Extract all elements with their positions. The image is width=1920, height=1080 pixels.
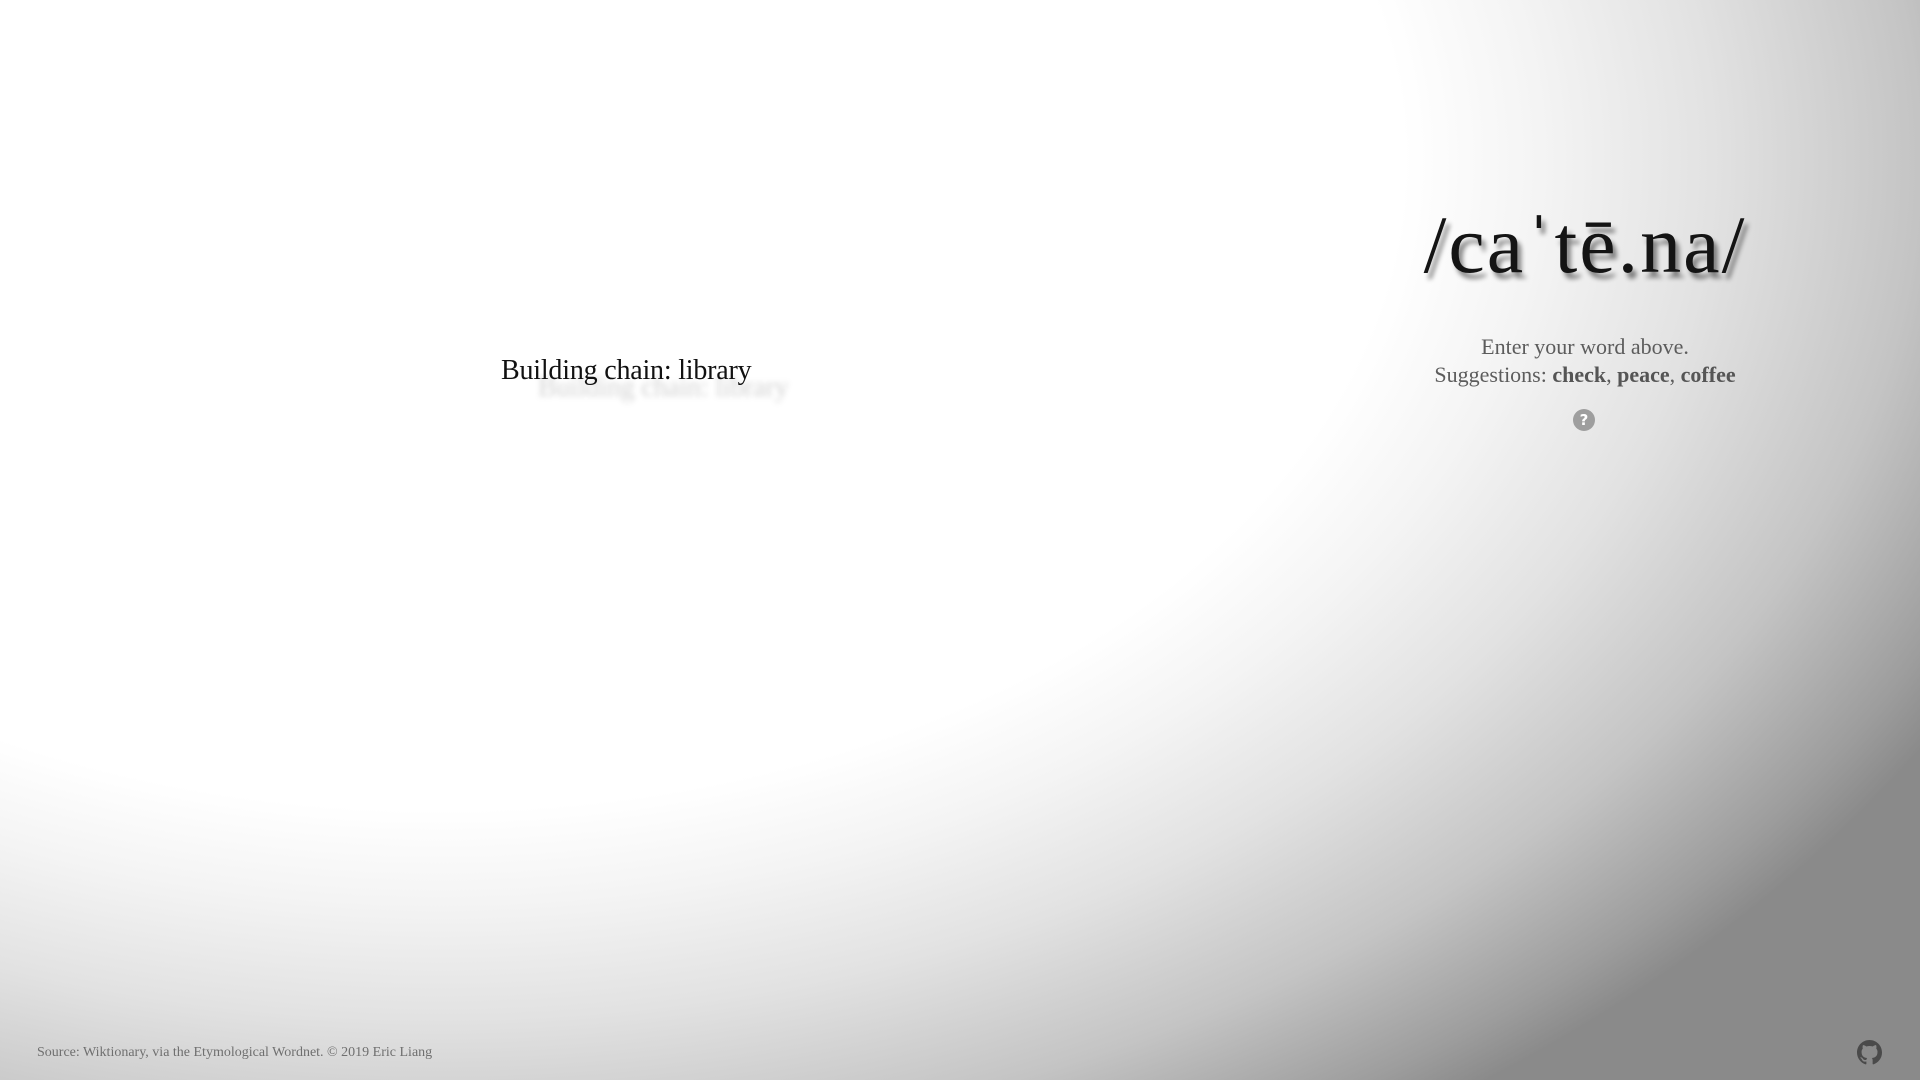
- question-circle-icon[interactable]: ?: [1573, 409, 1595, 431]
- hint-block: Enter your word above. Suggestions: chec…: [1385, 333, 1785, 389]
- suggestions-label: Suggestions:: [1434, 362, 1547, 387]
- suggestion-link[interactable]: coffee: [1681, 362, 1736, 387]
- suggestion-separator: ,: [1606, 362, 1618, 387]
- suggestions-line: Suggestions: check, peace, coffee: [1385, 361, 1785, 389]
- suggestion-link[interactable]: check: [1552, 362, 1606, 387]
- suggestion-separator: ,: [1669, 362, 1681, 387]
- app-logo[interactable]: /caˈtē.na/: [1420, 198, 1750, 292]
- status-text: Building chain: library: [501, 355, 752, 386]
- hint-instruction: Enter your word above.: [1481, 334, 1689, 359]
- github-icon[interactable]: [1857, 1040, 1882, 1065]
- footer-source: Source: Wiktionary, via the Etymological…: [37, 1045, 433, 1060]
- suggestion-link[interactable]: peace: [1617, 362, 1670, 387]
